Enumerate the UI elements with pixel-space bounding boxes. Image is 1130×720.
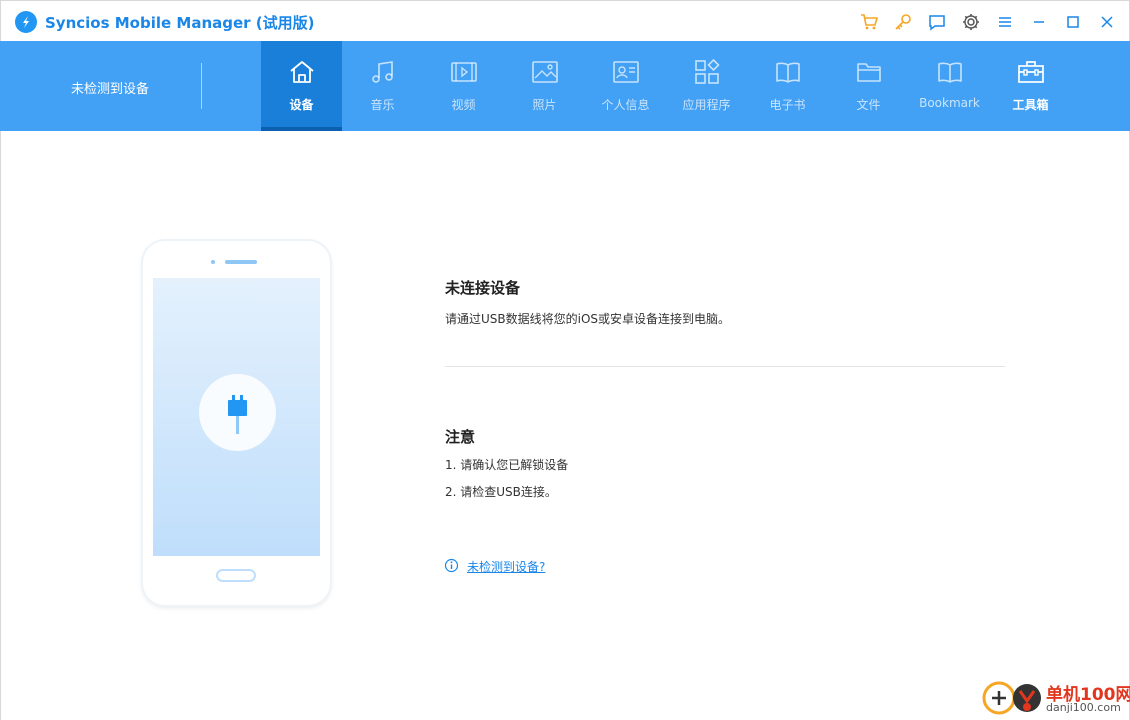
tab-label: 电子书 [769, 98, 806, 112]
minimize-icon[interactable] [1028, 11, 1050, 33]
nav-bar: 未检测到设备 设备 音乐 视频 照片 个人信息 应用程序 电子书 文件 Book… [0, 41, 1130, 131]
title-bar: Syncios Mobile Manager (试用版) [0, 0, 1130, 41]
not-connected-heading: 未连接设备 [445, 279, 521, 297]
music-note-icon [368, 57, 398, 87]
phone-illustration [143, 241, 330, 605]
tab-label: 照片 [532, 98, 557, 112]
bookmark-book-icon [935, 57, 965, 87]
home-icon [287, 57, 317, 87]
feedback-icon[interactable] [926, 11, 948, 33]
close-icon[interactable] [1096, 11, 1118, 33]
tab-label: 工具箱 [1012, 98, 1049, 112]
note-item: 1. 请确认您已解锁设备 [445, 458, 569, 472]
tab-label: Bookmark [919, 96, 980, 110]
divider [445, 366, 1005, 367]
device-status: 未检测到设备 [70, 82, 149, 97]
usb-plug-icon [228, 395, 247, 434]
info-icon [444, 558, 459, 573]
folder-icon [854, 57, 884, 87]
app-title: Syncios Mobile Manager (试用版) [45, 14, 315, 32]
syncios-logo-icon [15, 11, 37, 33]
tab-video[interactable]: 视频 [423, 41, 504, 131]
tab-music[interactable]: 音乐 [342, 41, 423, 131]
tab-apps[interactable]: 应用程序 [666, 41, 747, 131]
nav-divider [201, 63, 202, 109]
tab-ebooks[interactable]: 电子书 [747, 41, 828, 131]
device-not-detected-link[interactable]: 未检测到设备? [467, 558, 545, 575]
tab-bookmark[interactable]: Bookmark [909, 41, 990, 131]
tab-toolbox[interactable]: 工具箱 [990, 41, 1071, 131]
phone-screen [153, 278, 320, 556]
tab-photos[interactable]: 照片 [504, 41, 585, 131]
book-icon [773, 57, 803, 87]
tab-label: 音乐 [370, 98, 395, 112]
tab-label: 设备 [289, 98, 314, 112]
tab-device[interactable]: 设备 [261, 41, 342, 131]
cart-icon[interactable] [858, 11, 880, 33]
tab-files[interactable]: 文件 [828, 41, 909, 131]
gear-icon[interactable] [960, 11, 982, 33]
phone-camera [211, 260, 215, 264]
tab-contacts[interactable]: 个人信息 [585, 41, 666, 131]
watermark-url: danji100.com [1046, 701, 1121, 714]
tab-label: 文件 [856, 98, 881, 112]
note-item: 2. 请检查USB连接。 [445, 485, 557, 499]
tab-label: 视频 [451, 98, 476, 112]
menu-icon[interactable] [994, 11, 1016, 33]
connect-instructions: 请通过USB数据线将您的iOS或安卓设备连接到电脑。 [445, 312, 731, 326]
video-icon [449, 57, 479, 87]
photo-icon [530, 57, 560, 87]
phone-speaker [225, 260, 257, 264]
key-icon[interactable] [892, 11, 914, 33]
phone-home-button [216, 569, 256, 582]
toolbox-icon [1016, 57, 1046, 87]
note-heading: 注意 [445, 428, 476, 446]
contact-card-icon [611, 57, 641, 87]
tab-label: 应用程序 [682, 98, 731, 112]
tab-label: 个人信息 [601, 98, 650, 112]
main-panel [0, 131, 1130, 720]
maximize-icon[interactable] [1062, 11, 1084, 33]
apps-grid-icon [692, 57, 722, 87]
